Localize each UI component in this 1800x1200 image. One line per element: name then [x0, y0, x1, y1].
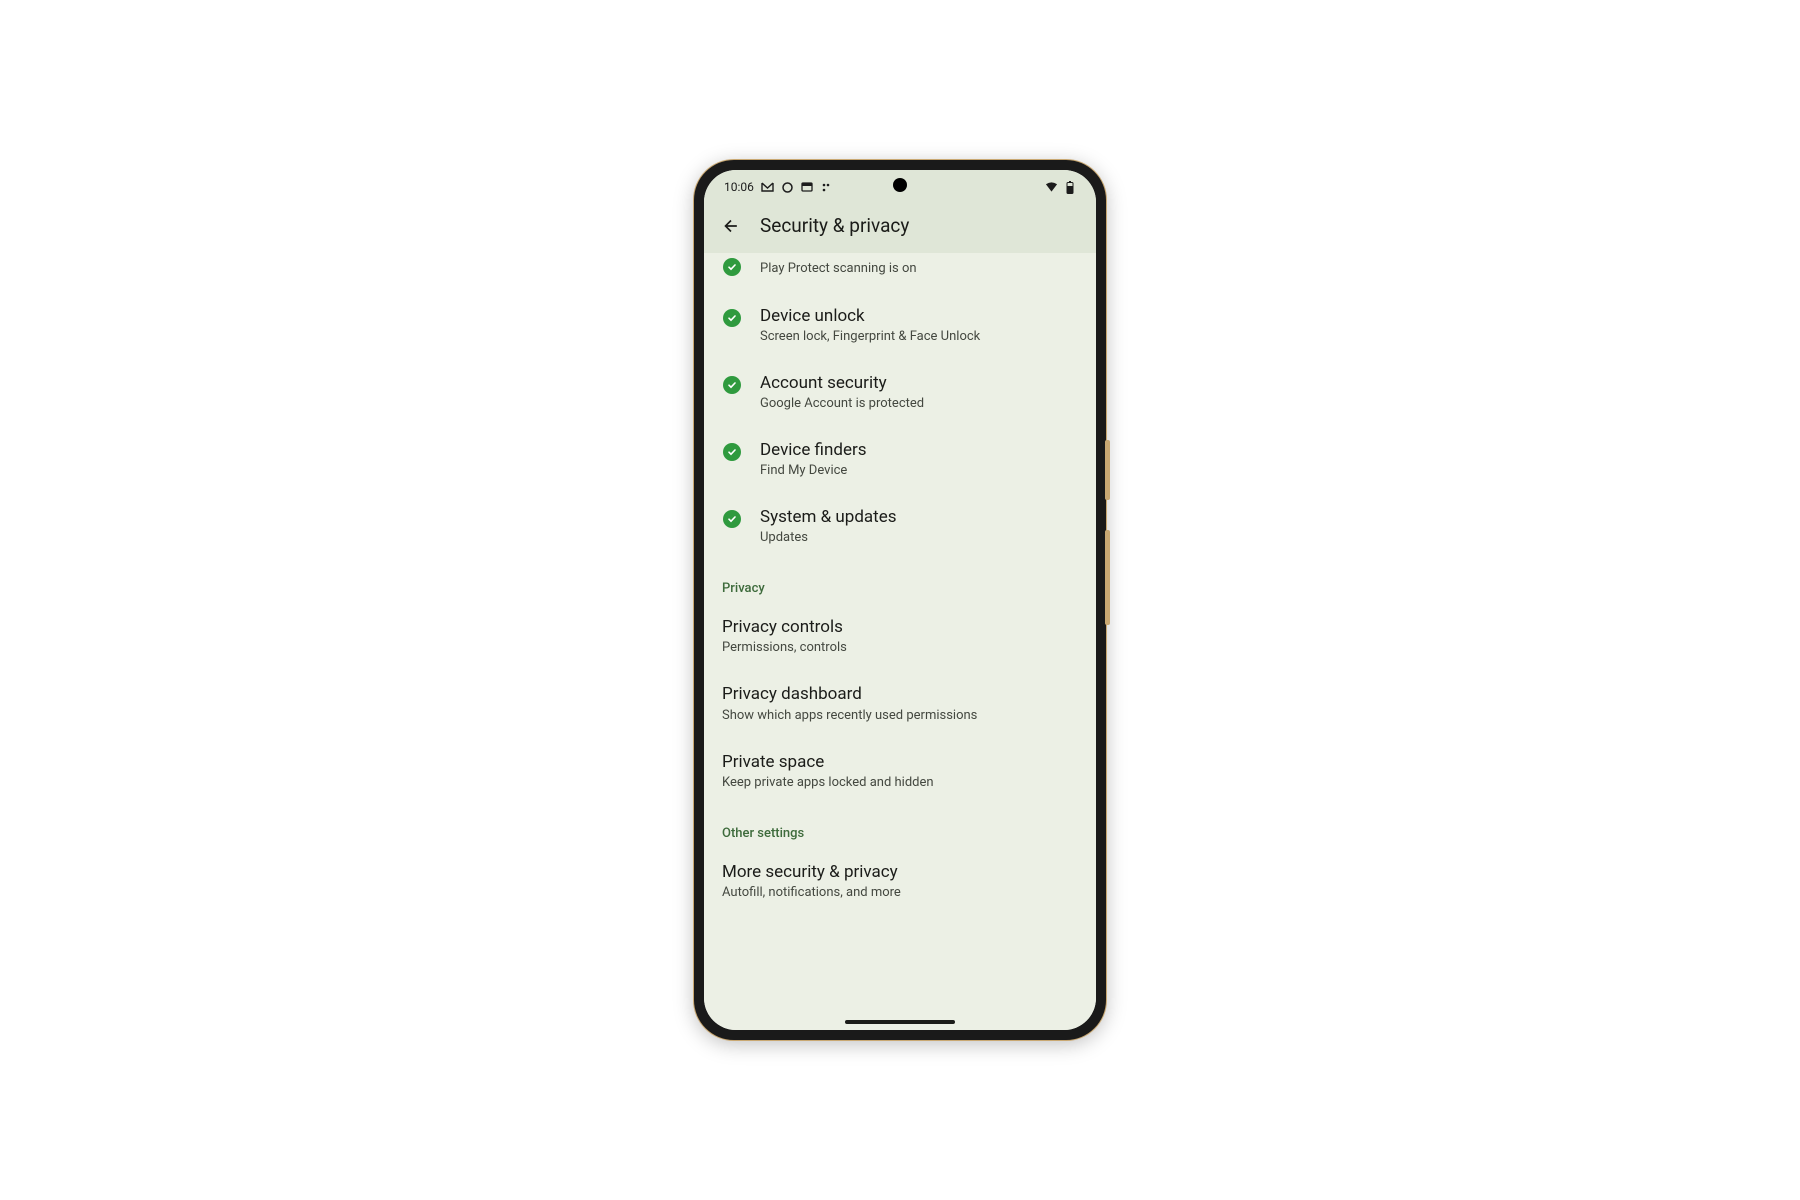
row-title: Account security: [760, 372, 1078, 394]
row-subtitle: Keep private apps locked and hidden: [722, 775, 1078, 790]
status-time: 10:06: [724, 180, 754, 194]
check-circle-icon: [723, 510, 741, 528]
status-icon-col: [722, 509, 742, 529]
section-header: Other settings: [704, 804, 1096, 847]
settings-row-account-security[interactable]: Account security Google Account is protec…: [704, 358, 1096, 425]
screen: 10:06: [704, 170, 1096, 1030]
row-subtitle: Show which apps recently used permission…: [722, 708, 1078, 723]
check-circle-icon: [723, 376, 741, 394]
battery-icon: [1063, 181, 1076, 194]
nav-handle[interactable]: [845, 1020, 955, 1024]
row-title: Privacy controls: [722, 616, 1078, 638]
settings-row-system-updates[interactable]: System & updates Updates: [704, 492, 1096, 559]
check-circle-icon: [723, 443, 741, 461]
settings-row-more-security[interactable]: More security & privacy Autofill, notific…: [704, 847, 1096, 914]
row-subtitle: Autofill, notifications, and more: [722, 885, 1078, 900]
power-button[interactable]: [1105, 530, 1110, 625]
status-icon-col: [722, 308, 742, 328]
app-bar: Security & privacy: [704, 204, 1096, 253]
row-title: More security & privacy: [722, 861, 1078, 883]
settings-row-device-finders[interactable]: Device finders Find My Device: [704, 425, 1096, 492]
row-title: Device unlock: [760, 305, 1078, 327]
volume-button[interactable]: [1105, 440, 1110, 500]
rect-icon: [801, 181, 814, 194]
row-subtitle: Permissions, controls: [722, 640, 1078, 655]
row-title: Privacy dashboard: [722, 683, 1078, 705]
check-circle-icon: [723, 258, 741, 276]
wifi-icon: [1045, 181, 1058, 194]
status-icon-col: [722, 257, 742, 277]
row-subtitle: Updates: [760, 530, 1078, 545]
settings-row-private-space[interactable]: Private space Keep private apps locked an…: [704, 737, 1096, 804]
gmail-icon: [761, 181, 774, 194]
status-bar: 10:06: [704, 170, 1096, 204]
row-title: System & updates: [760, 506, 1078, 528]
row-subtitle: Play Protect scanning is on: [760, 261, 1078, 276]
row-subtitle: Screen lock, Fingerprint & Face Unlock: [760, 329, 1078, 344]
back-button[interactable]: [720, 215, 742, 237]
row-title: Device finders: [760, 439, 1078, 461]
row-title: Private space: [722, 751, 1078, 773]
settings-list[interactable]: Play Protect scanning is on Device unlock…: [704, 253, 1096, 1030]
section-header: Privacy: [704, 559, 1096, 602]
row-subtitle: Google Account is protected: [760, 396, 1078, 411]
settings-row-device-unlock[interactable]: Device unlock Screen lock, Fingerprint & …: [704, 291, 1096, 358]
circle-icon: [781, 181, 794, 194]
settings-row-play-protect[interactable]: Play Protect scanning is on: [704, 253, 1096, 291]
row-subtitle: Find My Device: [760, 463, 1078, 478]
phone-frame: 10:06: [694, 160, 1106, 1040]
status-icon-col: [722, 442, 742, 462]
page-title: Security & privacy: [760, 214, 909, 237]
dots-icon: [821, 181, 834, 194]
settings-row-privacy-controls[interactable]: Privacy controls Permissions, controls: [704, 602, 1096, 669]
check-circle-icon: [723, 309, 741, 327]
status-icon-col: [722, 375, 742, 395]
settings-row-privacy-dashboard[interactable]: Privacy dashboard Show which apps recentl…: [704, 669, 1096, 736]
